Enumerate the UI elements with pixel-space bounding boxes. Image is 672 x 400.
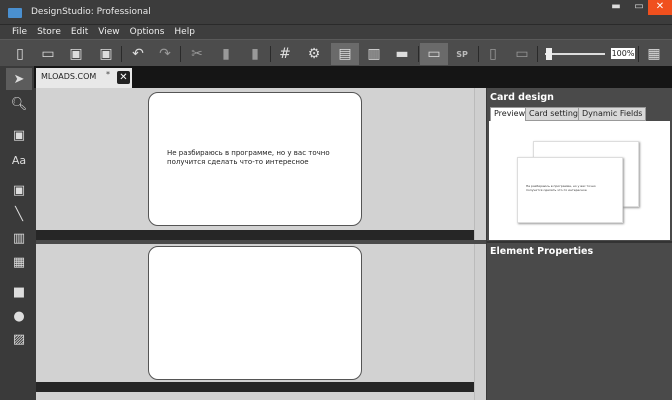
menu-bar: File Store Edit View Options Help <box>0 25 672 39</box>
card-layout-icon[interactable]: ▥ <box>362 43 386 65</box>
preview-card-text: Не разбираюсь в программе, но у вас точн… <box>526 184 596 192</box>
zoom-slider[interactable] <box>545 53 605 55</box>
card-text[interactable]: Не разбираюсь в программе, но у вас точн… <box>167 149 337 167</box>
close-button[interactable]: ✕ <box>648 0 672 15</box>
menu-view[interactable]: View <box>98 27 119 37</box>
picture-tool-icon[interactable]: ▨ <box>6 328 32 350</box>
photo-tool-icon[interactable]: ▣ <box>6 179 32 201</box>
qrcode-tool-icon[interactable]: ▦ <box>6 251 32 273</box>
vertical-scrollbar-bottom[interactable] <box>474 244 486 400</box>
save-as-icon[interactable]: ▣ <box>94 43 118 65</box>
menu-edit[interactable]: Edit <box>71 27 88 37</box>
zoom-value[interactable]: 100% <box>611 48 635 59</box>
card-preview: Не разбираюсь в программе, но у вас точн… <box>489 121 670 240</box>
zoom-tool-icon[interactable]: 🔍︎ <box>6 93 32 115</box>
maximize-button[interactable]: ▭ <box>628 0 650 14</box>
undo-icon[interactable]: ↶ <box>126 43 150 65</box>
card-front-icon[interactable]: ▤ <box>331 43 359 65</box>
rectangle-tool-icon[interactable]: ■ <box>6 281 32 303</box>
grid-icon[interactable]: # <box>273 43 297 65</box>
card-back-icon[interactable]: ▬ <box>390 43 414 65</box>
tab-preview[interactable]: Preview <box>490 107 530 121</box>
blank-card-icon[interactable]: ▭ <box>420 43 448 65</box>
open-folder-icon[interactable]: ▭ <box>36 43 60 65</box>
select-tool-icon[interactable]: ➤ <box>6 68 32 90</box>
element-properties-heading: Element Properties <box>490 246 594 257</box>
cut-icon[interactable]: ✂ <box>185 43 209 65</box>
horizontal-scrollbar-bottom[interactable] <box>36 382 474 392</box>
modified-indicator: * <box>106 70 110 79</box>
tab-dynamic-fields[interactable]: Dynamic Fields <box>578 107 647 121</box>
card-front[interactable]: Не разбираюсь в программе, но у вас точн… <box>148 92 362 226</box>
preview-card-front: Не разбираюсь в программе, но у вас точн… <box>517 157 623 223</box>
barcode-tool-icon[interactable]: ▥ <box>6 227 32 249</box>
vertical-scrollbar-top[interactable] <box>474 88 486 240</box>
menu-store[interactable]: Store <box>37 27 61 37</box>
line-tool-icon[interactable]: ╲ <box>6 203 32 225</box>
envelope-icon[interactable]: ▭ <box>510 43 534 65</box>
tools-sidebar: ➤ 🔍︎ ▣ Aa ▣ ╲ ▥ ▦ ■ ● ▨ <box>4 66 34 400</box>
menu-help[interactable]: Help <box>174 27 195 37</box>
new-file-icon[interactable]: ▯ <box>8 43 32 65</box>
paste-icon[interactable]: ▮ <box>243 43 267 65</box>
document-tab[interactable]: MLOADS.COM * ✕ <box>36 68 132 88</box>
close-tab-button[interactable]: ✕ <box>117 71 130 84</box>
redo-icon[interactable]: ↷ <box>153 43 177 65</box>
minimize-button[interactable]: ▬ <box>605 0 627 14</box>
design-canvas: Не разбираюсь в программе, но у вас точн… <box>36 88 486 400</box>
ellipse-tool-icon[interactable]: ● <box>6 305 32 327</box>
toolbar: ▯ ▭ ▣ ▣ ↶ ↷ ✂ ▮ ▮ # ⚙ ▤ ▥ ▬ ▭ SP ▯ ▭ 100… <box>0 39 672 66</box>
document-tab-label: MLOADS.COM <box>41 72 97 81</box>
id-card-icon[interactable]: ▦ <box>642 43 666 65</box>
tab-card-settings[interactable]: Card settings <box>525 107 587 121</box>
card-back[interactable] <box>148 246 362 380</box>
zoom-slider-thumb[interactable] <box>546 48 552 60</box>
sp-button[interactable]: SP <box>450 43 474 65</box>
menu-file[interactable]: File <box>12 27 27 37</box>
right-panel: Card design Preview Card settings Dynami… <box>487 88 672 400</box>
save-icon[interactable]: ▣ <box>64 43 88 65</box>
app-icon <box>8 8 22 18</box>
horizontal-scrollbar-top[interactable] <box>36 230 474 240</box>
gear-icon[interactable]: ⚙ <box>302 43 326 65</box>
window-title: DesignStudio: Professional <box>31 7 151 17</box>
menu-options[interactable]: Options <box>130 27 165 37</box>
image-tool-icon[interactable]: ▣ <box>6 124 32 146</box>
text-tool-icon[interactable]: Aa <box>6 149 32 171</box>
mobile-icon[interactable]: ▯ <box>481 43 505 65</box>
copy-icon[interactable]: ▮ <box>214 43 238 65</box>
title-bar: DesignStudio: Professional ▬ ▭ ✕ <box>0 0 672 25</box>
card-design-heading: Card design <box>490 92 554 103</box>
